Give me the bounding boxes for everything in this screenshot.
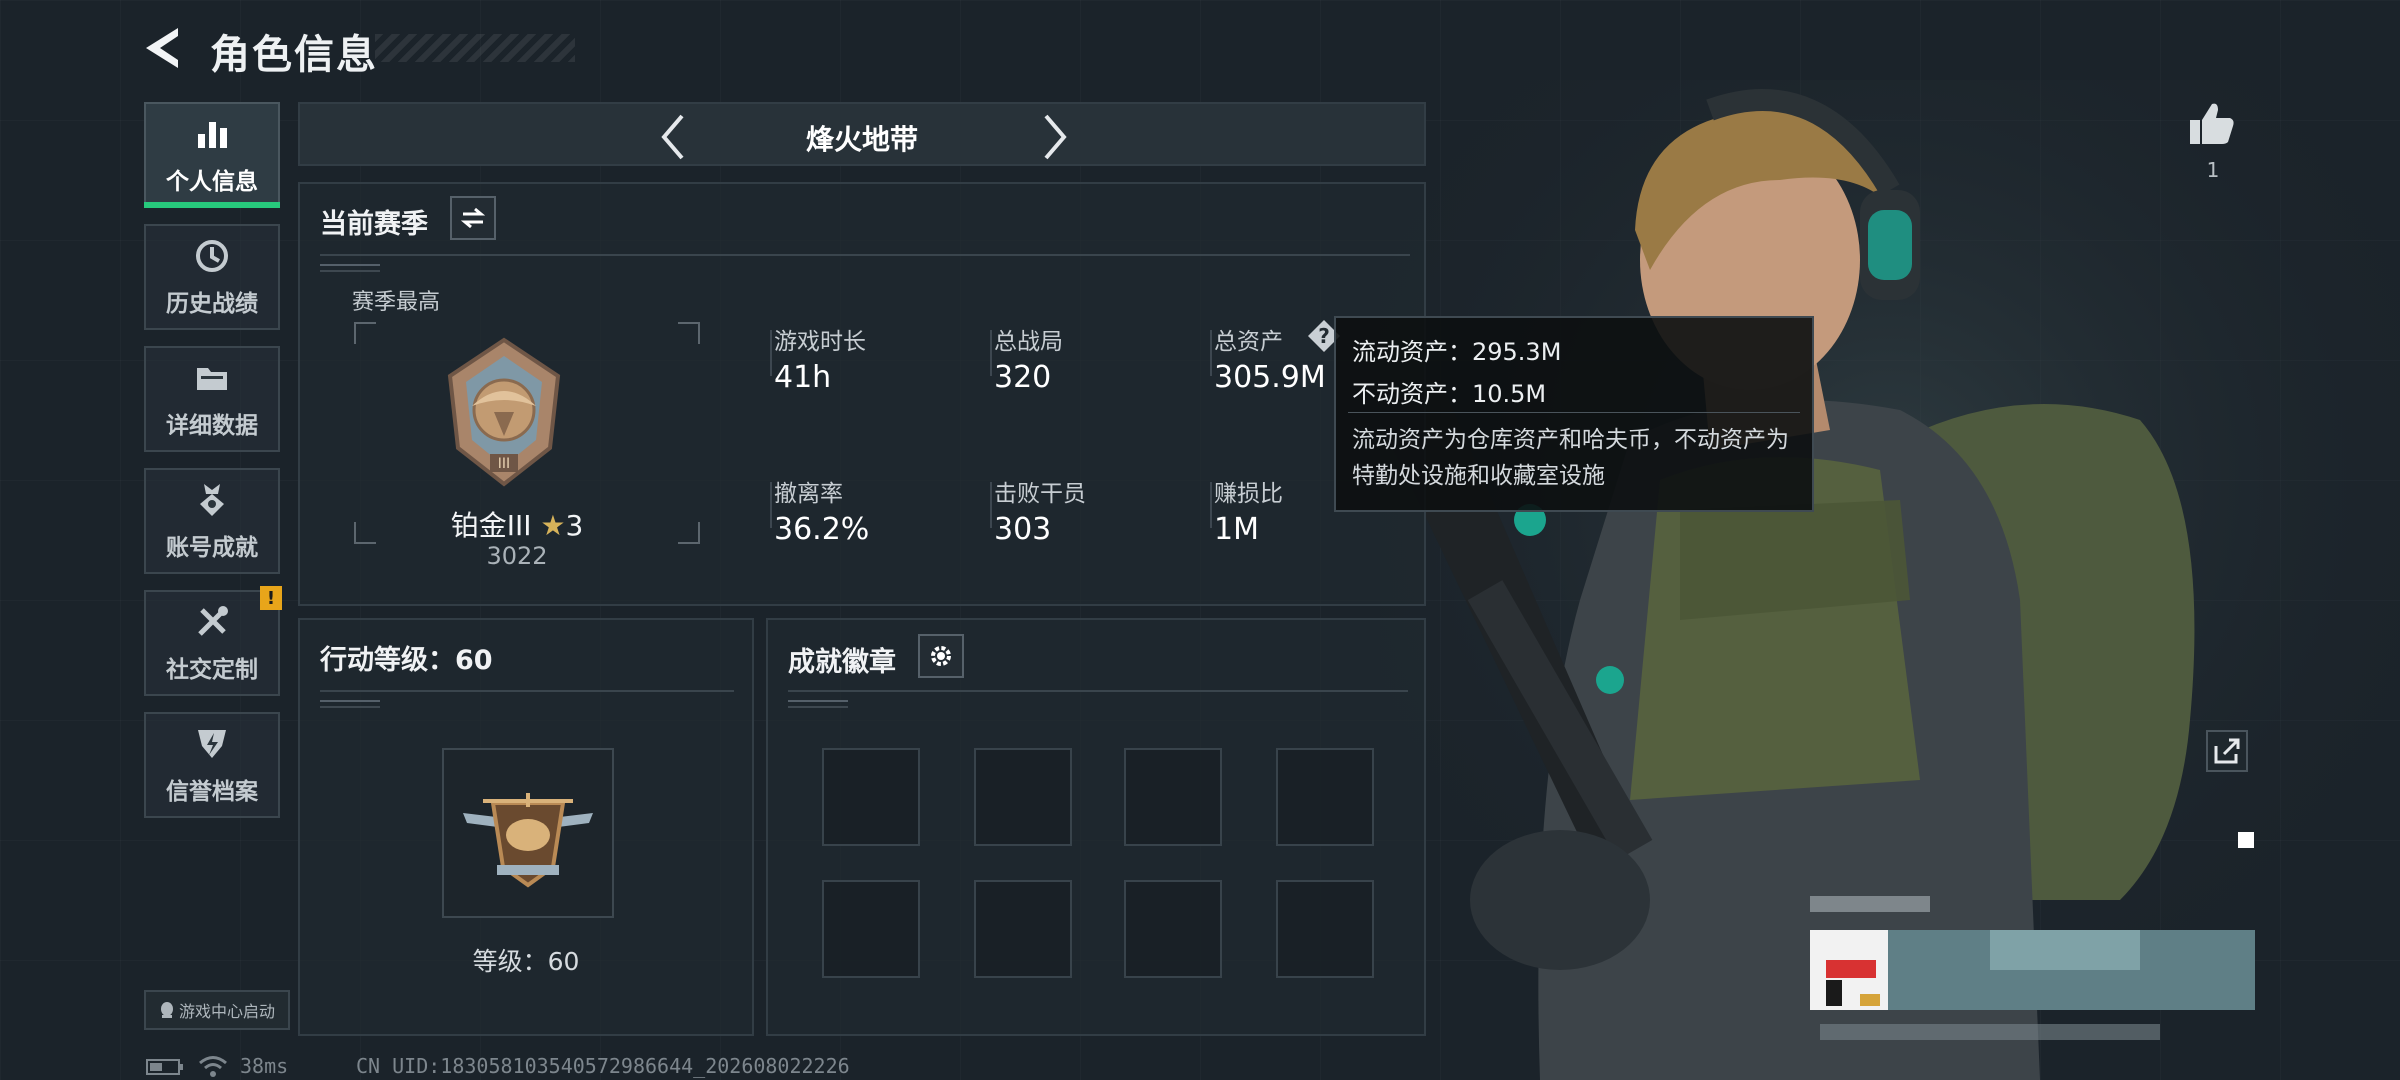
- decoration-lines: [320, 700, 380, 708]
- action-level-title: 行动等级：60: [320, 645, 493, 676]
- like-count: 1: [2206, 158, 2220, 182]
- thumbs-up-icon[interactable]: [2188, 100, 2236, 146]
- badge-slot[interactable]: [1124, 880, 1222, 978]
- title-decoration: [375, 34, 575, 62]
- badge-slot[interactable]: [822, 880, 920, 978]
- season-panel: 当前赛季 赛季最高 III 铂金III ★3 3022 游戏时长 41h 总战局…: [298, 182, 1426, 606]
- svg-text:?: ?: [1318, 324, 1330, 348]
- medal-icon: [200, 484, 224, 516]
- tooltip-fixed-assets: 不动资产：10.5M: [1352, 380, 1547, 408]
- frame-corner: [678, 522, 700, 544]
- share-icon[interactable]: [2206, 730, 2248, 772]
- game-center-launch-button[interactable]: 游戏中心启动: [144, 990, 290, 1030]
- divider: [788, 690, 1408, 692]
- level-text: 等级：60: [472, 947, 580, 976]
- page-title: 角色信息: [210, 32, 378, 78]
- frame-corner: [678, 322, 700, 344]
- sidebar-item-credit-record[interactable]: 信誉档案: [144, 712, 280, 818]
- achievements-settings-button[interactable]: [918, 634, 964, 678]
- level-emblem-frame: [442, 748, 614, 918]
- swap-arrows-icon: [460, 207, 486, 229]
- tooltip-divider: [1348, 412, 1800, 413]
- stat-label-extract-rate: 撤离率: [774, 481, 843, 507]
- divider: [320, 254, 1410, 256]
- assets-tooltip: 流动资产：295.3M 不动资产：10.5M 流动资产为仓库资产和哈夫币，不动资…: [1334, 316, 1814, 512]
- mode-selector: 烽火地带: [298, 102, 1426, 166]
- wifi-icon: [199, 1056, 227, 1077]
- qq-penguin-icon: [160, 1002, 173, 1018]
- svg-text:III: III: [498, 456, 510, 472]
- stat-value-assets: 305.9M: [1214, 360, 1326, 395]
- sidebar-item-label: 社交定制: [166, 657, 258, 683]
- credit-shield-icon: [198, 730, 226, 758]
- gear-icon: [931, 646, 951, 666]
- sidebar-item-history[interactable]: 历史战绩: [144, 224, 280, 330]
- helicopter-emblem: [463, 793, 593, 888]
- stat-divider: [990, 482, 992, 528]
- sidebar-item-social-custom[interactable]: 社交定制 !: [144, 586, 282, 696]
- back-arrow-icon[interactable]: [140, 24, 190, 72]
- stat-label-profit-ratio: 赚损比: [1214, 481, 1283, 507]
- badge-slot[interactable]: [1276, 880, 1374, 978]
- alert-badge: !: [260, 586, 282, 610]
- divider: [320, 690, 734, 692]
- stat-label-assets: 总资产: [1214, 329, 1283, 355]
- badge-slot[interactable]: [1276, 748, 1374, 846]
- rank-stars: 3: [565, 509, 584, 542]
- mode-title: 烽火地带: [805, 123, 918, 156]
- action-level-panel: 行动等级：60 等级：60: [298, 618, 754, 1036]
- launch-label: 游戏中心启动: [178, 1002, 275, 1021]
- stat-divider: [770, 330, 772, 376]
- stat-value-matches: 320: [994, 360, 1052, 395]
- uid-text: CN UID:1830581035405729866​44_2026080222…: [356, 1054, 850, 1078]
- stat-divider: [1210, 330, 1212, 376]
- switch-season-button[interactable]: [450, 196, 496, 240]
- stat-label-kills: 击败干员: [994, 481, 1086, 507]
- badge-slot[interactable]: [974, 748, 1072, 846]
- rank-display: 铂金III ★3: [354, 504, 680, 544]
- rank-name: 铂金III: [450, 509, 532, 542]
- decoration-lines: [788, 700, 848, 708]
- stat-divider: [1210, 482, 1212, 528]
- stat-value-extract-rate: 36.2%: [774, 512, 870, 547]
- stat-label-playtime: 游戏时长: [774, 329, 866, 355]
- season-best-label: 赛季最高: [352, 290, 441, 315]
- battery-icon: [146, 1059, 183, 1075]
- sidebar-item-personal-info[interactable]: 个人信息: [144, 102, 280, 208]
- stat-value-kills: 303: [994, 512, 1052, 547]
- season-title: 当前赛季: [320, 209, 428, 240]
- frame-corner: [354, 322, 376, 344]
- star-icon: ★: [540, 509, 566, 542]
- latency-text: 38ms: [240, 1054, 289, 1078]
- sidebar-item-label: 信誉档案: [166, 779, 258, 805]
- stat-divider: [770, 482, 772, 528]
- chevron-right-icon[interactable]: [1032, 112, 1076, 162]
- badge-slot[interactable]: [974, 880, 1072, 978]
- rank-platinum-emblem: III: [447, 337, 561, 487]
- sidebar-item-label: 个人信息: [166, 169, 258, 195]
- stat-value-profit-ratio: 1M: [1214, 512, 1259, 547]
- folder-icon: [197, 368, 227, 390]
- badge-slot[interactable]: [1124, 748, 1222, 846]
- rank-points: 3022: [486, 542, 548, 570]
- sidebar-item-detailed-data[interactable]: 详细数据: [144, 346, 280, 452]
- tooltip-description: 流动资产为仓库资产和哈夫币，不动资产为特勤处设施和收藏室设施: [1352, 427, 1789, 489]
- stat-value-playtime: 41h: [774, 360, 832, 395]
- sidebar-item-label: 账号成就: [166, 535, 258, 561]
- tools-icon: [198, 606, 228, 636]
- tooltip-liquid-assets: 流动资产：295.3M: [1352, 338, 1562, 366]
- achievements-panel: 成就徽章: [766, 618, 1426, 1036]
- stat-divider: [990, 330, 992, 376]
- achievements-title: 成就徽章: [788, 647, 896, 678]
- history-clock-icon: [196, 240, 228, 272]
- sidebar-item-achievements[interactable]: 账号成就: [144, 468, 280, 574]
- sidebar-item-label: 历史战绩: [166, 291, 258, 317]
- sidebar-item-label: 详细数据: [166, 413, 258, 439]
- badge-slot[interactable]: [822, 748, 920, 846]
- bar-chart-icon: [198, 122, 227, 148]
- decoration-lines: [320, 264, 380, 272]
- stat-label-matches: 总战局: [994, 329, 1063, 355]
